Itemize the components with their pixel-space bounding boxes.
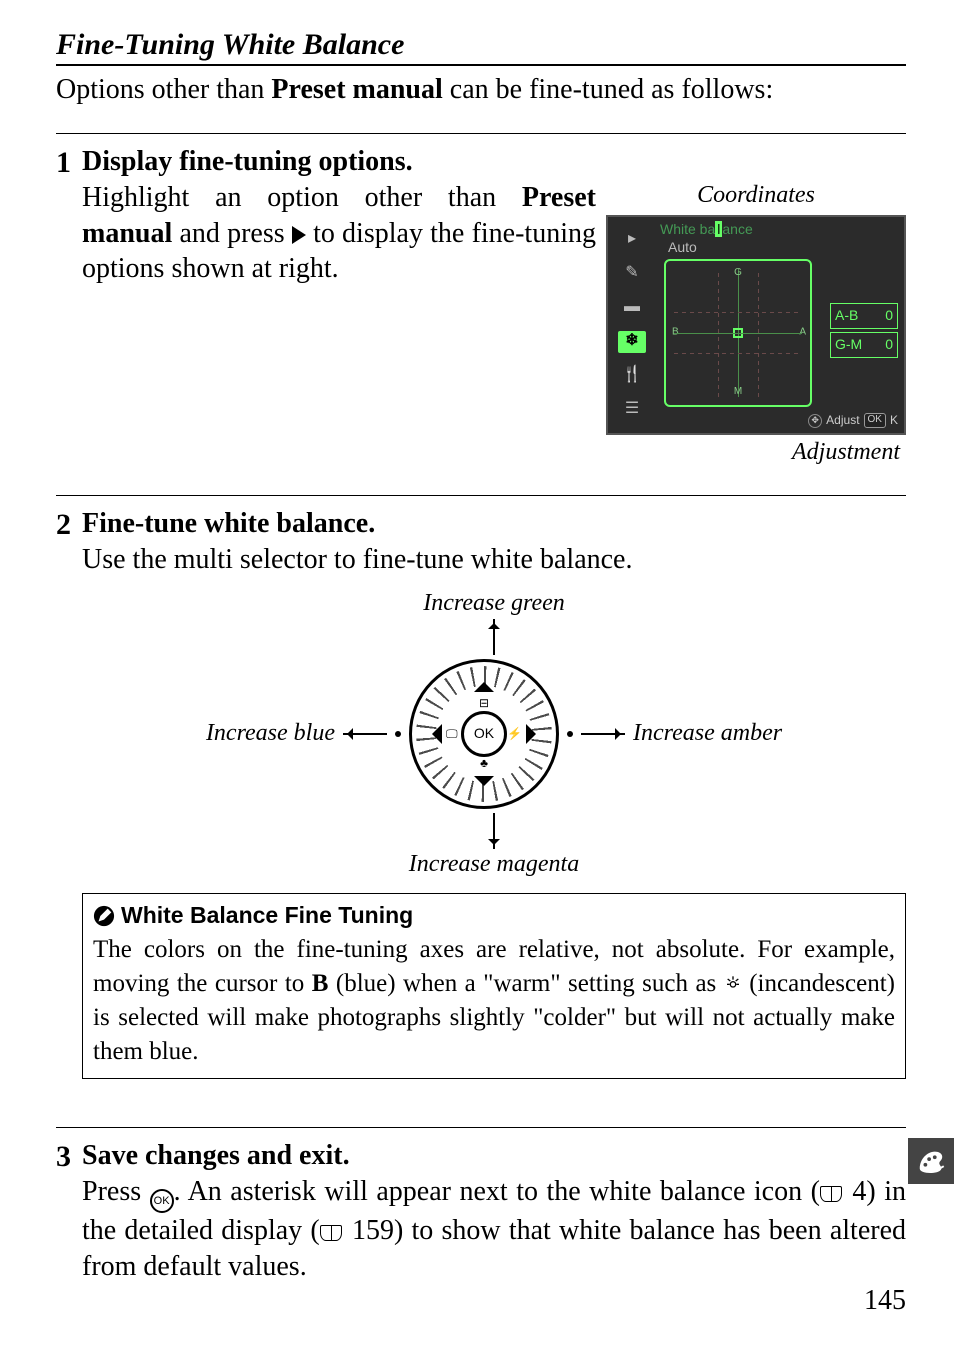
lcd-title-b: ance xyxy=(722,221,752,237)
section-title: Fine-Tuning White Balance xyxy=(56,28,906,66)
note-b: B xyxy=(312,970,329,997)
note-l2: (blue) when a "warm" setting such as xyxy=(328,970,723,997)
incandescent-icon xyxy=(724,967,742,1001)
s3-t1: Press xyxy=(82,1176,150,1207)
note-heading: White Balance Fine Tuning xyxy=(93,900,895,931)
side-tab xyxy=(908,1138,954,1184)
ms-glyph-w: 🖵 xyxy=(446,726,458,741)
lcd-caption-bottom: Adjustment xyxy=(606,437,906,468)
step-1-heading: Display fine-tuning options. xyxy=(82,144,906,180)
lcd-grid-frame: G M B A xyxy=(664,259,812,407)
caption-blue: Increase blue xyxy=(206,718,335,749)
joystick-icon: ✥ xyxy=(808,414,822,428)
book-icon-2 xyxy=(320,1225,342,1241)
lcd-grid: G M B A xyxy=(674,269,802,397)
palette-icon xyxy=(916,1146,946,1176)
step-2: 2 Fine-tune white balance. Use the multi… xyxy=(56,495,906,1103)
lcd-side-icons: ▸ ✎ ▬ ❄ 🍴 ☰ xyxy=(608,217,656,433)
dot-right xyxy=(567,731,573,737)
grid-label-a: A xyxy=(799,326,806,339)
lcd-ok-badge: OK xyxy=(864,413,886,428)
step-1: 1 Display fine-tuning options. Highlight… xyxy=(56,133,906,471)
step-2-number: 2 xyxy=(56,506,82,1103)
ms-glyph-s: ♣ xyxy=(480,756,488,771)
step-1-text: Highlight an option other than Preset ma… xyxy=(82,180,596,471)
s1-pre: Highlight an option other than xyxy=(82,182,522,213)
lcd-readout: A-B 0 G-M 0 xyxy=(830,303,898,361)
multiselector-diagram: Increase green Increase blue ⊟ ♣ 🖵 ⚡ OK xyxy=(82,588,906,879)
gm-label: G-M xyxy=(835,336,862,354)
note-box: White Balance Fine Tuning The colors on … xyxy=(82,893,906,1079)
lcd-caption-top: Coordinates xyxy=(606,180,906,211)
caption-green: Increase green xyxy=(423,588,565,619)
grid-label-b: B xyxy=(672,326,679,339)
multi-selector: ⊟ ♣ 🖵 ⚡ OK xyxy=(409,659,559,809)
ms-down-icon xyxy=(474,776,494,796)
readout-gm: G-M 0 xyxy=(830,332,898,358)
step-3-heading: Save changes and exit. xyxy=(82,1138,906,1174)
ms-left-icon xyxy=(422,724,442,744)
lcd-icon-play: ▸ xyxy=(618,229,646,251)
dot-left xyxy=(395,731,401,737)
pencil-icon xyxy=(93,905,115,927)
page-number: 145 xyxy=(864,1285,906,1317)
grid-cursor xyxy=(733,328,743,338)
ab-label: A-B xyxy=(835,307,858,325)
lcd-subtitle: Auto xyxy=(668,239,697,257)
lcd-adjust: Adjust xyxy=(826,413,859,428)
ms-right-icon xyxy=(526,724,546,744)
ms-glyph-n: ⊟ xyxy=(479,696,489,711)
s3-t2: . An asterisk will appear next to the wh… xyxy=(174,1176,820,1207)
lcd-icon-fork: 🍴 xyxy=(618,365,646,387)
intro-pre: Options other than xyxy=(56,74,271,105)
note-title: White Balance Fine Tuning xyxy=(121,900,413,931)
lcd-icon-pencil: ✎ xyxy=(618,263,646,285)
lcd-footer: ✥ Adjust OK K xyxy=(808,413,898,428)
arrow-right xyxy=(581,733,625,735)
caption-amber: Increase amber xyxy=(633,718,782,749)
ms-up-icon xyxy=(474,672,494,692)
ok-button-icon: OK xyxy=(150,1189,174,1213)
readout-ab: A-B 0 xyxy=(830,303,898,329)
lcd-title: White balance xyxy=(660,221,753,239)
step-2-heading: Fine-tune white balance. xyxy=(82,506,906,542)
caption-magenta: Increase magenta xyxy=(409,849,579,880)
arrow-down xyxy=(493,813,495,849)
intro-bold: Preset manual xyxy=(271,74,442,105)
intro-paragraph: Options other than Preset manual can be … xyxy=(56,72,906,107)
book-icon xyxy=(820,1186,842,1202)
lcd-icon-menu: ☰ xyxy=(618,399,646,421)
ms-glyph-e: ⚡ xyxy=(507,726,522,741)
right-triangle-icon xyxy=(292,226,306,244)
intro-post: can be fine-tuned as follows: xyxy=(443,74,773,105)
lcd-icon-wb: ❄ xyxy=(618,331,646,353)
arrow-left xyxy=(343,733,387,735)
lcd-title-a: White ba xyxy=(660,221,715,237)
lcd-ok-k: K xyxy=(890,413,898,428)
grid-label-g: G xyxy=(734,267,742,280)
step-3: 3 Save changes and exit. Press OK. An as… xyxy=(56,1127,906,1285)
step-2-text: Use the multi selector to fine-tune whit… xyxy=(82,542,906,578)
ab-val: 0 xyxy=(885,307,893,325)
gm-val: 0 xyxy=(885,336,893,354)
step-1-number: 1 xyxy=(56,144,82,471)
grid-label-m: M xyxy=(734,386,742,399)
step-3-number: 3 xyxy=(56,1138,82,1285)
lcd-screenshot: ▸ ✎ ▬ ❄ 🍴 ☰ White balance Auto xyxy=(606,215,906,435)
lcd-icon-bar: ▬ xyxy=(618,297,646,319)
arrow-up xyxy=(493,619,495,655)
s1-mid: and press xyxy=(172,218,292,249)
